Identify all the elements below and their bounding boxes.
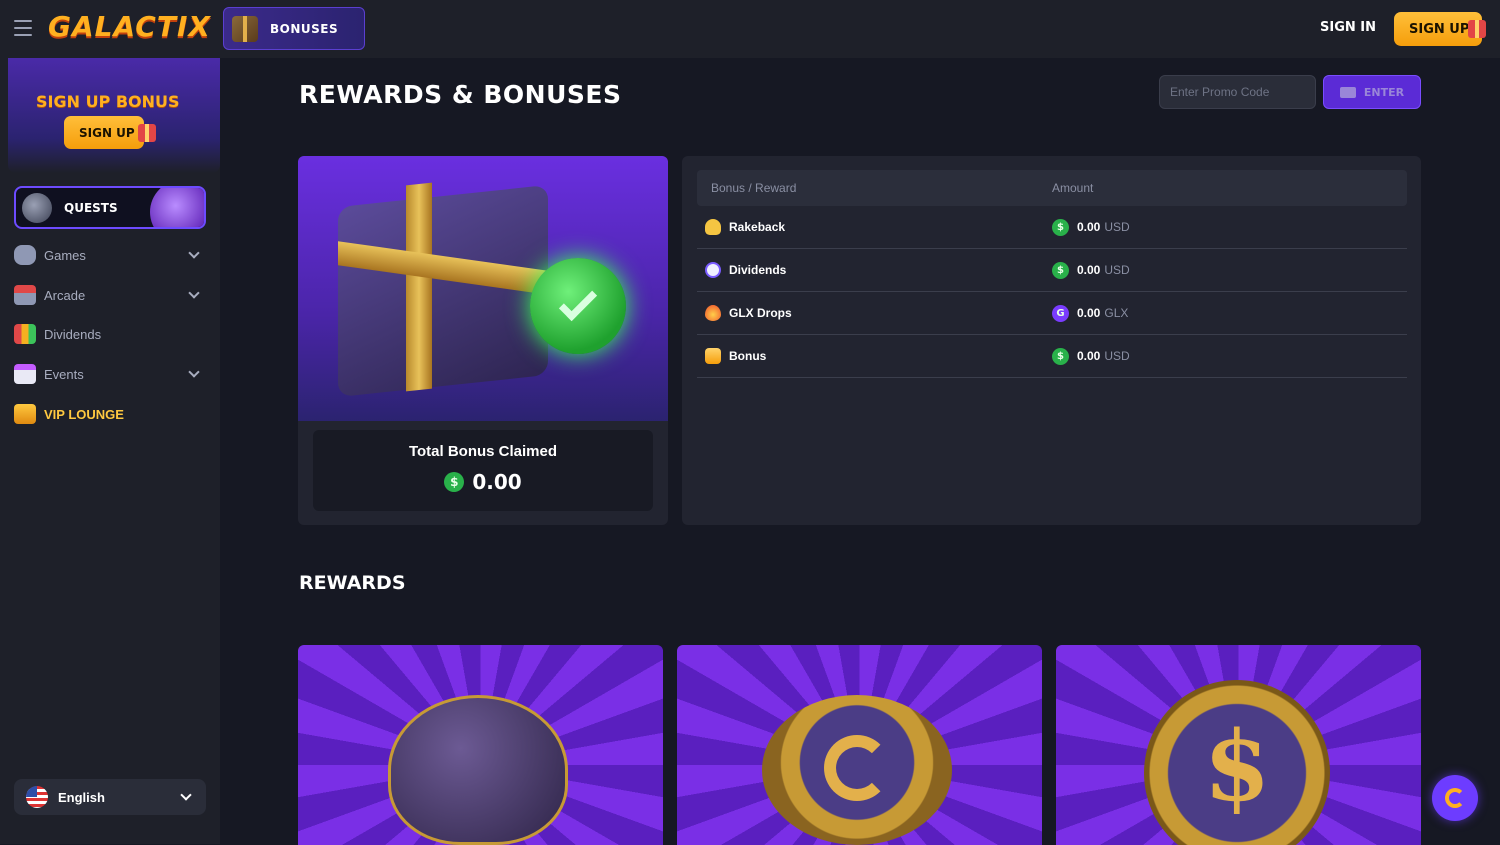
signup-bonus-title: SIGN UP BONUS (36, 92, 180, 111)
row-name: Dividends (729, 263, 787, 277)
row-name: Rakeback (729, 220, 786, 234)
sign-up-button[interactable]: SIGN UP (1394, 12, 1486, 46)
sign-up-label: SIGN UP (1409, 21, 1470, 37)
table-row: Bonus $ 0.00 USD (697, 335, 1407, 378)
gift-box-illustration (298, 156, 668, 421)
sidebar-item-label: VIP LOUNGE (44, 406, 124, 422)
sidebar-item-dividends[interactable]: Dividends (14, 319, 206, 349)
site-logo[interactable]: GALACTIX (48, 10, 211, 43)
row-amount: 0.00 USD (1077, 263, 1130, 277)
tab-bonuses[interactable]: BONUSES (223, 7, 365, 50)
promo-code-input[interactable] (1159, 75, 1316, 109)
percent-icon (705, 262, 721, 278)
sign-in-button[interactable]: SIGN IN (1320, 20, 1376, 35)
row-amount: 0.00 GLX (1077, 306, 1129, 320)
table-row: GLX Drops G 0.00 GLX (697, 292, 1407, 335)
total-bonus-value: $ 0.00 (313, 470, 653, 494)
joystick-icon (14, 285, 36, 305)
rewards-section-title: REWARDS (299, 572, 406, 594)
usd-coin-icon: $ (444, 472, 465, 492)
chevron-down-icon (180, 789, 192, 801)
language-selector[interactable]: English (14, 779, 206, 815)
row-amount: 0.00 USD (1077, 220, 1130, 234)
sidebar-item-arcade[interactable]: Arcade (14, 280, 206, 310)
usd-coin-icon: $ (1052, 219, 1069, 236)
row-name: Bonus (729, 349, 767, 363)
main-content: REWARDS & BONUSES ENTER Total Bonus Clai… (220, 58, 1500, 845)
reward-card-rakeback[interactable] (298, 645, 663, 845)
column-header-bonus: Bonus / Reward (711, 181, 797, 195)
page-title: REWARDS & BONUSES (299, 80, 622, 109)
hand-coin-icon (705, 219, 721, 235)
dollar-coin-icon: $ (1144, 680, 1330, 845)
check-icon (530, 258, 626, 354)
gift-box-body (338, 184, 548, 398)
total-bonus-card: Total Bonus Claimed $ 0.00 (298, 156, 668, 525)
gift-box-icon (232, 15, 258, 42)
piggy-bank-icon (388, 695, 568, 845)
chevron-down-icon (188, 366, 200, 378)
gamepad-icon (14, 245, 36, 265)
chat-launcher-button[interactable] (1432, 775, 1478, 821)
chevron-down-icon (188, 247, 200, 259)
menu-icon[interactable] (14, 20, 32, 36)
table-row: Dividends $ 0.00 USD (697, 249, 1407, 292)
gift-icon (705, 348, 721, 364)
table-row: Rakeback $ 0.00 USD (697, 206, 1407, 249)
rocket-icon (22, 192, 52, 223)
row-amount: 0.00 USD (1077, 349, 1130, 363)
crown-icon (14, 404, 36, 424)
tab-bonuses-label: BONUSES (270, 21, 339, 36)
bar-chart-icon (14, 324, 36, 344)
sidebar-item-label: Dividends (44, 326, 102, 342)
chevron-down-icon (188, 287, 200, 299)
row-name: GLX Drops (729, 306, 792, 320)
glx-logo-icon (1445, 788, 1465, 808)
top-bar: GALACTIX BONUSES SIGN IN SIGN UP (0, 0, 1500, 58)
sidebar-item-vip-lounge[interactable]: VIP LOUNGE (14, 399, 206, 429)
language-label: English (58, 789, 105, 805)
signup-bonus-banner: SIGN UP BONUS SIGN UP (8, 58, 220, 173)
us-flag-icon (26, 786, 48, 808)
calendar-icon (14, 364, 36, 384)
usd-coin-icon: $ (1052, 348, 1069, 365)
enter-label: ENTER (1363, 85, 1405, 99)
bonus-table: Bonus / Reward Amount Rakeback $ 0.00 USD… (682, 156, 1421, 525)
total-bonus-label: Total Bonus Claimed (408, 443, 558, 460)
sidebar: SIGN UP BONUS SIGN UP QUESTS Games Arcad… (0, 58, 220, 844)
total-bonus-box: Total Bonus Claimed $ 0.00 (313, 430, 653, 511)
reward-card-glx[interactable] (677, 645, 1042, 845)
total-bonus-amount: 0.00 (472, 470, 522, 494)
planet-icon (150, 188, 204, 227)
reward-card-dividends[interactable]: $ (1056, 645, 1421, 845)
quests-label: QUESTS (64, 200, 118, 215)
ribbon-vertical (406, 182, 432, 392)
signup-bonus-button[interactable]: SIGN UP (64, 116, 156, 149)
drop-icon (705, 305, 721, 321)
glx-coin-icon (762, 695, 952, 845)
sidebar-item-events[interactable]: Events (14, 359, 206, 389)
gift-icon (138, 124, 156, 142)
enter-promo-button[interactable]: ENTER (1323, 75, 1421, 109)
glx-coin-icon: G (1052, 305, 1069, 322)
usd-coin-icon: $ (1052, 262, 1069, 279)
sidebar-item-label: Events (44, 366, 84, 382)
sidebar-item-games[interactable]: Games (14, 240, 206, 270)
sidebar-item-label: Arcade (44, 287, 86, 303)
gift-icon (1468, 20, 1486, 38)
signup-bonus-button-label: SIGN UP (79, 125, 135, 140)
quests-button[interactable]: QUESTS (14, 186, 206, 229)
card-icon (1339, 86, 1356, 98)
sidebar-item-label: Games (44, 247, 86, 263)
column-header-amount: Amount (1052, 181, 1094, 195)
table-header: Bonus / Reward Amount (697, 170, 1407, 206)
